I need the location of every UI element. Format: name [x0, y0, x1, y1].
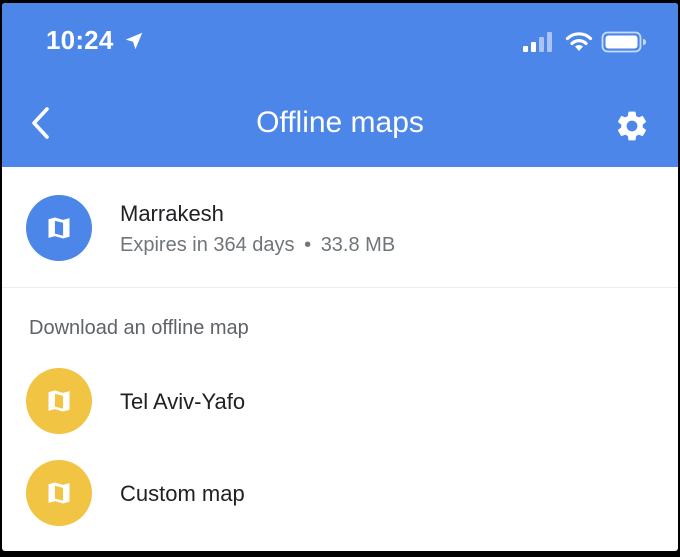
map-icon — [48, 482, 70, 504]
settings-button[interactable] — [610, 104, 654, 148]
download-option-item[interactable]: Tel Aviv-Yafo — [2, 355, 678, 447]
map-details: Expires in 364 days • 33.8 MB — [120, 234, 395, 257]
map-name: Marrakesh — [120, 201, 224, 226]
downloaded-map-item[interactable]: Marrakesh Expires in 364 days • 33.8 MB — [2, 173, 678, 285]
nav-bar: Offline maps — [2, 77, 678, 167]
map-avatar — [26, 368, 92, 434]
download-option-item[interactable]: Custom map — [2, 447, 678, 539]
location-arrow-icon — [125, 32, 143, 50]
cellular-signal-icon — [523, 32, 552, 52]
download-option-name: Tel Aviv-Yafo — [120, 389, 246, 414]
map-expiry: Expires in 364 days — [120, 234, 295, 256]
section-divider — [2, 287, 678, 288]
app-header: 10:24 Offline maps — [2, 3, 678, 167]
map-icon — [48, 390, 70, 412]
battery-icon — [601, 31, 646, 53]
gear-icon — [617, 111, 647, 141]
status-bar: 10:24 — [2, 3, 678, 77]
download-option-name: Custom map — [120, 481, 245, 506]
page-title: Offline maps — [256, 106, 424, 139]
map-avatar — [26, 195, 92, 261]
map-avatar — [26, 460, 92, 526]
wifi-icon — [565, 32, 593, 51]
details-separator: • — [304, 234, 312, 256]
phone-screen: 10:24 Offline maps Marrakesh Expires in … — [2, 3, 678, 551]
download-section-header: Download an offline map — [29, 317, 249, 339]
map-icon — [48, 217, 70, 239]
status-time: 10:24 — [46, 25, 114, 55]
map-size: 33.8 MB — [320, 234, 396, 256]
